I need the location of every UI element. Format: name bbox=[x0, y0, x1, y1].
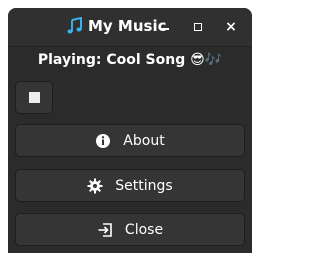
gear-icon bbox=[87, 178, 103, 193]
info-icon bbox=[96, 133, 111, 148]
window-close-button[interactable]: × bbox=[222, 18, 240, 36]
about-button[interactable]: About bbox=[15, 124, 245, 157]
settings-button[interactable]: Settings bbox=[15, 169, 245, 202]
title-bar[interactable]: My Music × bbox=[8, 8, 252, 47]
minimize-icon bbox=[161, 28, 169, 30]
stop-icon bbox=[28, 92, 40, 103]
close-label: Close bbox=[124, 221, 164, 238]
music-note-icon bbox=[67, 17, 82, 34]
stop-button[interactable] bbox=[15, 81, 53, 114]
settings-label: Settings bbox=[115, 177, 173, 194]
close-icon: × bbox=[225, 19, 237, 35]
app-window: My Music × Playing: Cool Song 😎🎶 About S… bbox=[8, 8, 252, 253]
close-button[interactable]: Close bbox=[15, 213, 245, 246]
maximize-icon bbox=[194, 23, 202, 31]
maximize-button[interactable] bbox=[189, 18, 207, 36]
exit-icon bbox=[98, 222, 112, 237]
about-label: About bbox=[123, 132, 165, 149]
now-playing-label: Playing: Cool Song 😎🎶 bbox=[37, 52, 223, 68]
minimize-button[interactable] bbox=[156, 18, 174, 36]
window-title-text: My Music bbox=[88, 17, 167, 35]
window-title: My Music bbox=[66, 17, 167, 35]
